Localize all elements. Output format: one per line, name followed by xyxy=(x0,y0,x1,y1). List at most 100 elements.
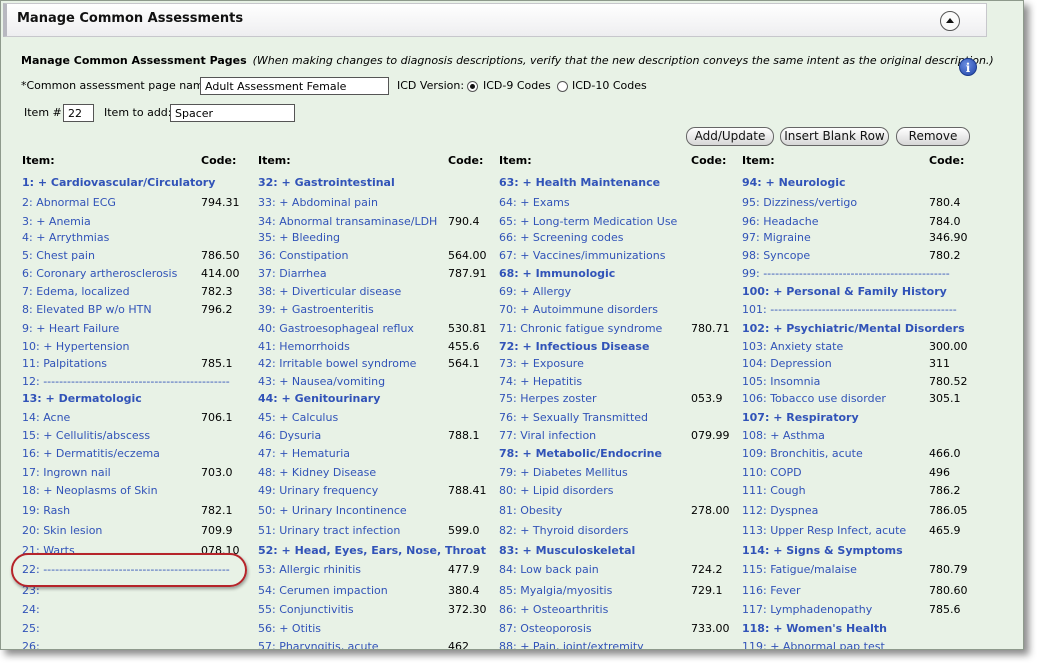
item-link[interactable]: 24: xyxy=(22,603,40,616)
item-link[interactable]: 105: Insomnia xyxy=(742,375,820,388)
item-link[interactable]: 44: + Genitourinary xyxy=(258,392,380,405)
item-link[interactable]: 36: Constipation xyxy=(258,249,348,262)
remove-button[interactable]: Remove xyxy=(896,127,970,146)
item-link[interactable]: 17: Ingrown nail xyxy=(22,466,111,479)
item-link[interactable]: 43: + Nausea/vomiting xyxy=(258,375,385,388)
item-link[interactable]: 66: + Screening codes xyxy=(499,231,624,244)
item-link[interactable]: 109: Bronchitis, acute xyxy=(742,447,863,460)
item-link[interactable]: 50: + Urinary Incontinence xyxy=(258,504,407,517)
item-link[interactable]: 97: Migraine xyxy=(742,231,811,244)
item-link[interactable]: 82: + Thyroid disorders xyxy=(499,524,629,537)
item-link[interactable]: 74: + Hepatitis xyxy=(499,375,582,388)
item-link[interactable]: 114: + Signs & Symptoms xyxy=(742,544,903,557)
item-link[interactable]: 20: Skin lesion xyxy=(22,524,102,537)
item-link[interactable]: 13: + Dermatologic xyxy=(22,392,142,405)
item-to-add-input[interactable]: Spacer xyxy=(170,104,295,122)
page-name-input[interactable]: Adult Assessment Female xyxy=(200,77,389,95)
item-link[interactable]: 70: + Autoimmune disorders xyxy=(499,303,658,316)
item-link[interactable]: 63: + Health Maintenance xyxy=(499,176,660,189)
item-link[interactable]: 85: Myalgia/myositis xyxy=(499,584,612,597)
item-link[interactable]: 51: Urinary tract infection xyxy=(258,524,400,537)
item-link[interactable]: 8: Elevated BP w/o HTN xyxy=(22,303,152,316)
item-link[interactable]: 69: + Allergy xyxy=(499,285,571,298)
item-link[interactable]: 115: Fatigue/malaise xyxy=(742,563,857,576)
item-link[interactable]: 33: + Abdominal pain xyxy=(258,196,378,209)
item-link[interactable]: 102: + Psychiatric/Mental Disorders xyxy=(742,322,965,335)
item-link[interactable]: 80: + Lipid disorders xyxy=(499,484,613,497)
item-link[interactable]: 71: Chronic fatigue syndrome xyxy=(499,322,662,335)
item-link[interactable]: 119: + Abnormal pap test xyxy=(742,640,885,649)
item-link[interactable]: 15: + Cellulitis/abscess xyxy=(22,429,150,442)
item-link[interactable]: 79: + Diabetes Mellitus xyxy=(499,466,628,479)
item-link[interactable]: 9: + Heart Failure xyxy=(22,322,119,335)
item-link[interactable]: 16: + Dermatitis/eczema xyxy=(22,447,160,460)
item-link[interactable]: 108: + Asthma xyxy=(742,429,825,442)
item-link[interactable]: 53: Allergic rhinitis xyxy=(258,563,361,576)
item-link[interactable]: 38: + Diverticular disease xyxy=(258,285,401,298)
item-link[interactable]: 5: Chest pain xyxy=(22,249,95,262)
item-link[interactable]: 39: + Gastroenteritis xyxy=(258,303,374,316)
item-link[interactable]: 10: + Hypertension xyxy=(22,340,130,353)
item-link[interactable]: 95: Dizziness/vertigo xyxy=(742,196,857,209)
add-update-button[interactable]: Add/Update xyxy=(686,127,774,146)
item-link[interactable]: 112: Dyspnea xyxy=(742,504,818,517)
item-link[interactable]: 81: Obesity xyxy=(499,504,562,517)
item-link[interactable]: 99: ------------------------------------… xyxy=(742,267,950,280)
item-link[interactable]: 64: + Exams xyxy=(499,196,570,209)
item-link[interactable]: 45: + Calculus xyxy=(258,411,338,424)
item-link[interactable]: 56: + Otitis xyxy=(258,622,321,635)
item-link[interactable]: 55: Conjunctivitis xyxy=(258,603,354,616)
item-link[interactable]: 83: + Musculoskeletal xyxy=(499,544,635,557)
item-link[interactable]: 57: Pharyngitis, acute xyxy=(258,640,379,649)
item-link[interactable]: 19: Rash xyxy=(22,504,70,517)
item-link[interactable]: 37: Diarrhea xyxy=(258,267,327,280)
item-link[interactable]: 65: + Long-term Medication Use xyxy=(499,215,677,228)
info-icon[interactable]: i xyxy=(959,58,977,76)
item-link[interactable]: 46: Dysuria xyxy=(258,429,321,442)
item-link[interactable]: 47: + Hematuria xyxy=(258,447,350,460)
item-link[interactable]: 67: + Vaccines/immunizations xyxy=(499,249,665,262)
item-link[interactable]: 14: Acne xyxy=(22,411,70,424)
item-link[interactable]: 2: Abnormal ECG xyxy=(22,196,116,209)
item-link[interactable]: 35: + Bleeding xyxy=(258,231,340,244)
item-link[interactable]: 6: Coronary artherosclerosis xyxy=(22,267,177,280)
item-link[interactable]: 3: + Anemia xyxy=(22,215,91,228)
item-link[interactable]: 72: + Infectious Disease xyxy=(499,340,649,353)
item-link[interactable]: 84: Low back pain xyxy=(499,563,599,576)
item-link[interactable]: 1: + Cardiovascular/Circulatory xyxy=(22,176,215,189)
item-link[interactable]: 113: Upper Resp Infect, acute xyxy=(742,524,906,537)
item-link[interactable]: 88: + Pain, joint/extremity xyxy=(499,640,644,649)
item-number-input[interactable]: 22 xyxy=(63,104,94,122)
collapse-button[interactable] xyxy=(940,11,960,31)
item-link[interactable]: 48: + Kidney Disease xyxy=(258,466,376,479)
item-link[interactable]: 107: + Respiratory xyxy=(742,411,859,424)
item-link[interactable]: 76: + Sexually Transmitted xyxy=(499,411,648,424)
item-link[interactable]: 25: xyxy=(22,622,40,635)
item-link[interactable]: 104: Depression xyxy=(742,357,832,370)
item-link[interactable]: 77: Viral infection xyxy=(499,429,596,442)
item-link[interactable]: 41: Hemorrhoids xyxy=(258,340,350,353)
icd10-radio[interactable] xyxy=(557,81,568,92)
item-link[interactable]: 101: -----------------------------------… xyxy=(742,303,957,316)
item-link[interactable]: 18: + Neoplasms of Skin xyxy=(22,484,158,497)
item-link[interactable]: 40: Gastroesophageal reflux xyxy=(258,322,414,335)
item-link[interactable]: 106: Tobacco use disorder xyxy=(742,392,886,405)
insert-blank-row-button[interactable]: Insert Blank Row xyxy=(780,127,889,146)
item-link[interactable]: 118: + Women's Health xyxy=(742,622,887,635)
item-link[interactable]: 73: + Exposure xyxy=(499,357,584,370)
item-link[interactable]: 117: Lymphadenopathy xyxy=(742,603,872,616)
item-link[interactable]: 111: Cough xyxy=(742,484,806,497)
item-link[interactable]: 94: + Neurologic xyxy=(742,176,846,189)
item-link[interactable]: 54: Cerumen impaction xyxy=(258,584,388,597)
item-link[interactable]: 12: ------------------------------------… xyxy=(22,375,230,388)
item-link[interactable]: 4: + Arrythmias xyxy=(22,231,109,244)
item-link[interactable]: 11: Palpitations xyxy=(22,357,107,370)
item-link[interactable]: 103: Anxiety state xyxy=(742,340,843,353)
item-link[interactable]: 26: xyxy=(22,640,40,649)
item-link[interactable]: 110: COPD xyxy=(742,466,802,479)
item-link[interactable]: 32: + Gastrointestinal xyxy=(258,176,395,189)
item-link[interactable]: 7: Edema, localized xyxy=(22,285,130,298)
item-link[interactable]: 86: + Osteoarthritis xyxy=(499,603,608,616)
item-link[interactable]: 75: Herpes zoster xyxy=(499,392,597,405)
item-link[interactable]: 68: + Immunologic xyxy=(499,267,615,280)
